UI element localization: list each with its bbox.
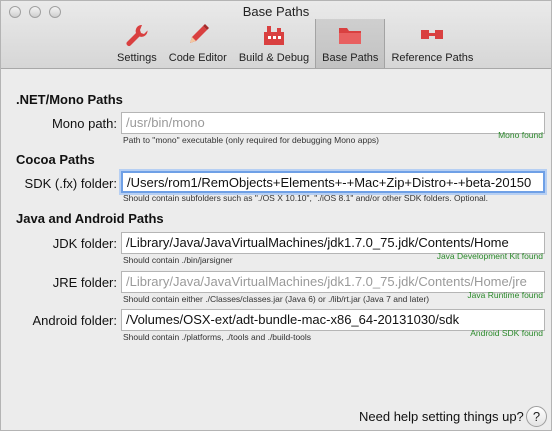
jre-status: Java Runtime found [467, 290, 543, 300]
section-title-dotnet: .NET/Mono Paths [16, 92, 123, 107]
mono-path-label: Mono path: [51, 116, 117, 131]
window-title: Base Paths [242, 4, 310, 19]
jdk-status: Java Development Kit found [436, 251, 543, 261]
mono-path-field[interactable]: /usr/bin/mono [121, 112, 545, 134]
base-paths-panel: .NET/Mono Paths Mono path: /usr/bin/mono… [1, 70, 551, 430]
tab-settings[interactable]: Settings [111, 19, 163, 68]
tab-settings-label: Settings [117, 52, 157, 64]
help-button[interactable]: ? [526, 406, 547, 427]
folder-icon [334, 20, 366, 50]
tab-reference-paths[interactable]: Reference Paths [385, 19, 479, 68]
mono-path-hint: Path to "mono" executable (only required… [123, 135, 380, 145]
wrench-icon [121, 20, 153, 50]
jre-folder-label: JRE folder: [52, 275, 117, 290]
preferences-window: Base Paths Settings Code Editor Build & … [0, 0, 552, 431]
tab-code-editor[interactable]: Code Editor [163, 19, 233, 68]
jre-folder-hint: Should contain either ./Classes/classes.… [123, 294, 430, 304]
section-title-java: Java and Android Paths [16, 211, 164, 226]
tab-build-debug-label: Build & Debug [238, 52, 310, 64]
android-folder-label: Android folder: [32, 313, 117, 328]
reference-icon [416, 20, 448, 50]
help-text: Need help setting things up? [359, 409, 524, 424]
tab-reference-paths-label: Reference Paths [391, 52, 474, 64]
tab-base-paths-label: Base Paths [322, 52, 379, 64]
tab-code-editor-label: Code Editor [168, 52, 227, 64]
toolbar-tabs: Settings Code Editor Build & Debug Base … [111, 19, 479, 68]
sdk-folder-field[interactable]: /Users/rom1/RemObjects+Elements+-+Mac+Zi… [121, 171, 545, 193]
section-title-cocoa: Cocoa Paths [16, 152, 95, 167]
tab-base-paths[interactable]: Base Paths [315, 19, 386, 68]
jdk-folder-hint: Should contain ./bin/jarsigner [123, 255, 233, 265]
mono-status: Mono found [498, 130, 543, 140]
pencil-icon [182, 20, 214, 50]
tab-build-debug[interactable]: Build & Debug [233, 19, 315, 68]
sdk-folder-label: SDK (.fx) folder: [24, 176, 117, 191]
android-folder-hint: Should contain ./platforms, ./tools and … [123, 332, 312, 342]
android-status: Android SDK found [470, 328, 543, 338]
build-icon [258, 20, 290, 50]
jdk-folder-label: JDK folder: [52, 236, 117, 251]
sdk-folder-hint: Should contain subfolders such as "./OS … [123, 193, 489, 203]
toolbar: Base Paths Settings Code Editor Build & … [1, 1, 551, 69]
